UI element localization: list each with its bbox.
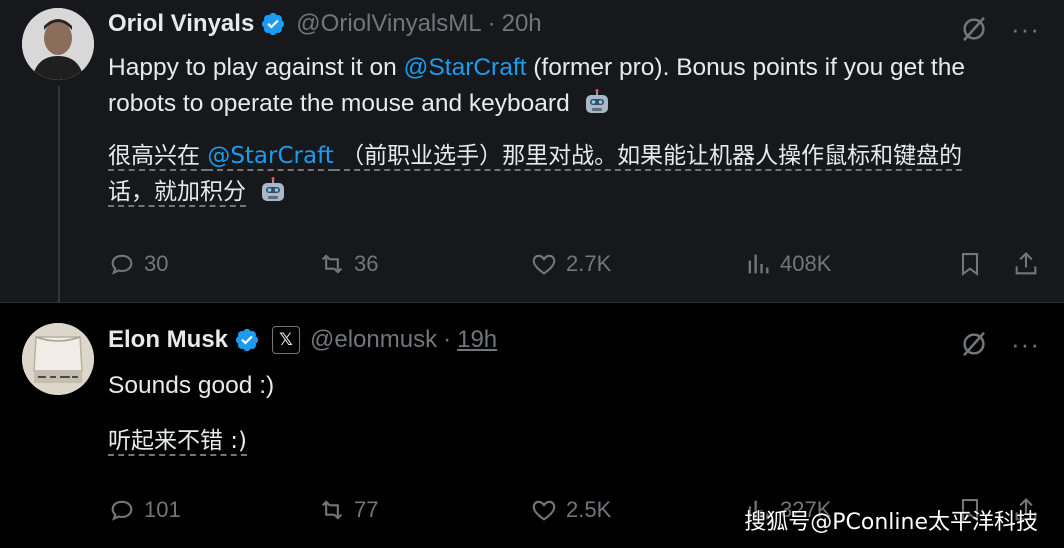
separator-dot: · (487, 10, 496, 37)
reply-count: 101 (144, 497, 181, 522)
grok-icon[interactable] (959, 14, 989, 44)
repost-count: 77 (354, 497, 379, 522)
like-icon (532, 500, 556, 521)
repost-button[interactable]: 77 (318, 496, 378, 524)
mention-link[interactable]: @StarCraft (404, 54, 527, 81)
tweet-header: Elon Musk 𝕏 @elonmusk · 19h (108, 326, 497, 354)
separator-dot: · (443, 326, 452, 353)
source-watermark: 搜狐号@PConline太平洋科技 (744, 510, 1038, 535)
translation-text: 很高兴在 @StarCraft （前职业选手）那里对战。如果能让机器人操作鼠标和… (108, 138, 1008, 210)
timestamp[interactable]: 19h (457, 326, 497, 354)
repost-count: 36 (354, 251, 379, 276)
like-button[interactable]: 2.5K (530, 496, 611, 524)
grok-icon[interactable] (959, 329, 989, 359)
verified-badge-icon[interactable] (234, 327, 260, 353)
tweet-text-part: Sounds good :) (108, 372, 275, 399)
tweet-actions: 30 36 2.7K 408K (108, 250, 1042, 280)
tweet-header: Oriol Vinyals @OriolVinyalsML · 20h (108, 10, 542, 38)
verified-badge-icon[interactable] (260, 11, 286, 37)
reply-icon (111, 254, 133, 275)
translation-part: 很高兴在 (108, 143, 208, 171)
like-icon (532, 254, 556, 275)
views-button[interactable]: 408K (744, 250, 831, 278)
tweet-text: Happy to play against it on @StarCraft (… (108, 50, 1038, 122)
bookmark-button[interactable] (956, 250, 984, 278)
translation-text: 听起来不错 :) (108, 423, 1008, 459)
author-handle[interactable]: @elonmusk (310, 326, 437, 354)
author-handle[interactable]: @OriolVinyalsML (296, 10, 481, 38)
robot-emoji-icon (262, 177, 285, 201)
like-count: 2.7K (566, 251, 612, 276)
translation-part: 听起来不错 :) (108, 428, 248, 456)
views-icon (748, 254, 769, 274)
share-button[interactable] (1012, 250, 1040, 278)
timestamp[interactable]: 20h (502, 10, 542, 38)
tweet-top-actions: ··· (959, 14, 1040, 44)
like-count: 2.5K (566, 497, 612, 522)
more-icon[interactable]: ··· (1011, 331, 1040, 357)
avatar[interactable] (22, 323, 94, 395)
reply-button[interactable]: 101 (108, 496, 181, 524)
share-icon (1015, 252, 1037, 275)
translation-mention-link[interactable]: @StarCraft (207, 143, 334, 171)
repost-button[interactable]: 36 (318, 250, 378, 278)
tweet-top-actions: ··· (959, 329, 1040, 359)
repost-icon (321, 254, 343, 274)
reply-icon (111, 500, 133, 521)
reply-count: 30 (144, 251, 169, 276)
tweet-oriol[interactable]: Oriol Vinyals @OriolVinyalsML · 20h ··· … (0, 0, 1064, 302)
repost-icon (321, 500, 343, 520)
views-count: 408K (780, 251, 832, 276)
tweet-text: Sounds good :) (108, 368, 1038, 404)
thread-line (58, 86, 60, 302)
robot-emoji-icon (585, 89, 608, 113)
like-button[interactable]: 2.7K (530, 250, 611, 278)
bookmark-icon (961, 253, 979, 277)
author-name[interactable]: Elon Musk (108, 326, 228, 354)
tweet-text-part: Happy to play against it on (108, 54, 404, 81)
avatar[interactable] (22, 8, 94, 80)
author-name[interactable]: Oriol Vinyals (108, 10, 254, 38)
reply-button[interactable]: 30 (108, 250, 168, 278)
affiliate-badge[interactable]: 𝕏 (272, 326, 301, 354)
more-icon[interactable]: ··· (1011, 16, 1040, 42)
